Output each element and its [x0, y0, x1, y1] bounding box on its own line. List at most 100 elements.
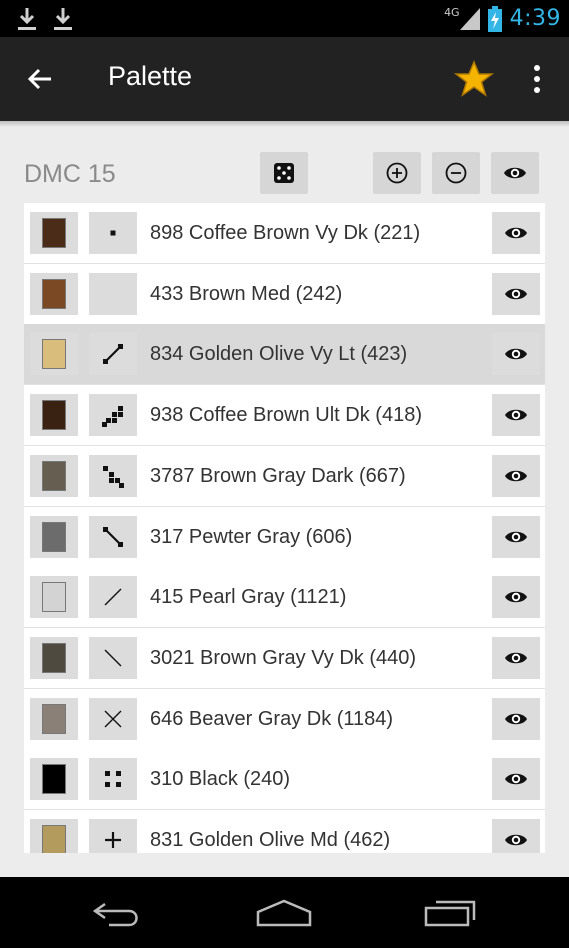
- download-icon: [54, 8, 72, 30]
- visibility-toggle-button[interactable]: [492, 697, 540, 740]
- favorite-button[interactable]: [452, 57, 496, 101]
- stitch-symbol-button[interactable]: [89, 333, 137, 376]
- stitch-symbol-button[interactable]: [89, 454, 137, 497]
- navigation-bar: [0, 877, 569, 948]
- signal-icon: [459, 7, 480, 30]
- color-swatch-button[interactable]: [30, 333, 78, 376]
- zoom-out-icon: [445, 162, 467, 184]
- zoom-in-icon: [386, 162, 408, 184]
- stitch-symbol-icon: [100, 706, 126, 732]
- eye-icon: [504, 589, 528, 605]
- color-list[interactable]: 898 Coffee Brown Vy Dk (221) 433 Brown Me…: [24, 203, 545, 853]
- color-label: 415 Pearl Gray (1121): [150, 586, 347, 609]
- visibility-toggle-button[interactable]: [492, 454, 540, 497]
- list-item[interactable]: 831 Golden Olive Md (462): [24, 810, 545, 853]
- color-label: 433 Brown Med (242): [150, 282, 343, 305]
- list-item[interactable]: 898 Coffee Brown Vy Dk (221): [24, 203, 545, 264]
- color-swatch-button[interactable]: [30, 697, 78, 740]
- color-swatch-button[interactable]: [30, 819, 78, 853]
- color-swatch: [42, 278, 66, 309]
- stitch-symbol-button[interactable]: [89, 576, 137, 619]
- stitch-symbol-icon: [100, 766, 126, 792]
- stitch-symbol-button[interactable]: [89, 636, 137, 679]
- color-swatch: [42, 642, 66, 673]
- list-item[interactable]: 3021 Brown Gray Vy Dk (440): [24, 627, 545, 689]
- visibility-toggle-button[interactable]: [492, 394, 540, 437]
- list-item[interactable]: 317 Pewter Gray (606): [24, 506, 545, 568]
- star-icon: [454, 60, 494, 97]
- randomize-button[interactable]: [260, 152, 308, 194]
- color-label: 317 Pewter Gray (606): [150, 525, 353, 548]
- visibility-toggle-button[interactable]: [492, 272, 540, 315]
- stitch-symbol-button[interactable]: [89, 272, 137, 315]
- color-label: 831 Golden Olive Md (462): [150, 829, 391, 851]
- stitch-symbol-icon: [100, 645, 126, 671]
- home-icon: [256, 899, 312, 927]
- stitch-symbol-button[interactable]: [89, 394, 137, 437]
- color-swatch: [42, 521, 66, 552]
- color-swatch: [42, 460, 66, 491]
- list-item[interactable]: 938 Coffee Brown Ult Dk (418): [24, 385, 545, 447]
- visibility-toggle-button[interactable]: [492, 333, 540, 376]
- palette-name: DMC 15: [24, 160, 116, 188]
- back-button[interactable]: [18, 59, 62, 99]
- color-swatch-button[interactable]: [30, 758, 78, 801]
- stitch-symbol-icon: [100, 220, 126, 246]
- stitch-symbol-button[interactable]: [89, 515, 137, 558]
- stitch-symbol-icon: [100, 584, 126, 610]
- eye-icon: [504, 832, 528, 848]
- zoom-in-button[interactable]: [373, 152, 421, 194]
- nav-home-button[interactable]: [244, 889, 324, 937]
- nav-recents-button[interactable]: [410, 889, 490, 937]
- eye-icon: [504, 529, 528, 545]
- color-swatch-button[interactable]: [30, 454, 78, 497]
- list-item[interactable]: 415 Pearl Gray (1121): [24, 567, 545, 629]
- color-label: 898 Coffee Brown Vy Dk (221): [150, 222, 421, 244]
- color-swatch-button[interactable]: [30, 212, 78, 254]
- color-swatch-button[interactable]: [30, 636, 78, 679]
- list-item[interactable]: 646 Beaver Gray Dk (1184): [24, 688, 545, 750]
- color-label: 646 Beaver Gray Dk (1184): [150, 707, 394, 730]
- zoom-out-button[interactable]: [432, 152, 480, 194]
- list-item[interactable]: 3787 Brown Gray Dark (667): [24, 445, 545, 507]
- action-bar: Palette: [0, 37, 569, 121]
- color-label: 834 Golden Olive Vy Lt (423): [150, 343, 408, 366]
- nav-back-button[interactable]: [78, 889, 158, 937]
- stitch-symbol-icon: [100, 402, 126, 428]
- page-title: Palette: [108, 61, 193, 91]
- list-item[interactable]: 433 Brown Med (242): [24, 263, 545, 325]
- visibility-toggle-button[interactable]: [492, 636, 540, 679]
- eye-icon: [504, 771, 528, 787]
- more-options-button[interactable]: [520, 59, 554, 99]
- eye-icon: [504, 167, 526, 179]
- visibility-toggle-button[interactable]: [492, 758, 540, 801]
- visibility-toggle-button[interactable]: [492, 212, 540, 254]
- visibility-toggle-button[interactable]: [492, 576, 540, 619]
- color-swatch-button[interactable]: [30, 272, 78, 315]
- stitch-symbol-button[interactable]: [89, 758, 137, 801]
- stitch-symbol-button[interactable]: [89, 212, 137, 254]
- color-label: 938 Coffee Brown Ult Dk (418): [150, 404, 422, 427]
- visibility-toggle-button[interactable]: [492, 515, 540, 558]
- color-swatch-button[interactable]: [30, 576, 78, 619]
- visibility-toggle-button[interactable]: [492, 819, 540, 853]
- list-item[interactable]: 834 Golden Olive Vy Lt (423): [24, 324, 545, 386]
- color-swatch: [42, 582, 66, 613]
- color-label: 310 Black (240): [150, 768, 291, 791]
- color-swatch: [42, 703, 66, 734]
- eye-icon: [504, 468, 528, 484]
- color-swatch-button[interactable]: [30, 394, 78, 437]
- dice-icon: [274, 163, 294, 183]
- list-item[interactable]: 310 Black (240): [24, 749, 545, 811]
- toggle-all-visibility-button[interactable]: [491, 152, 539, 194]
- eye-icon: [504, 407, 528, 423]
- color-swatch-button[interactable]: [30, 515, 78, 558]
- action-bar-shadow: [0, 121, 569, 127]
- network-type: 4G: [444, 6, 460, 19]
- eye-icon: [504, 711, 528, 727]
- color-swatch: [42, 825, 66, 853]
- download-icon: [18, 8, 36, 30]
- status-bar: 4G 4:39: [0, 0, 569, 37]
- stitch-symbol-button[interactable]: [89, 819, 137, 853]
- stitch-symbol-button[interactable]: [89, 697, 137, 740]
